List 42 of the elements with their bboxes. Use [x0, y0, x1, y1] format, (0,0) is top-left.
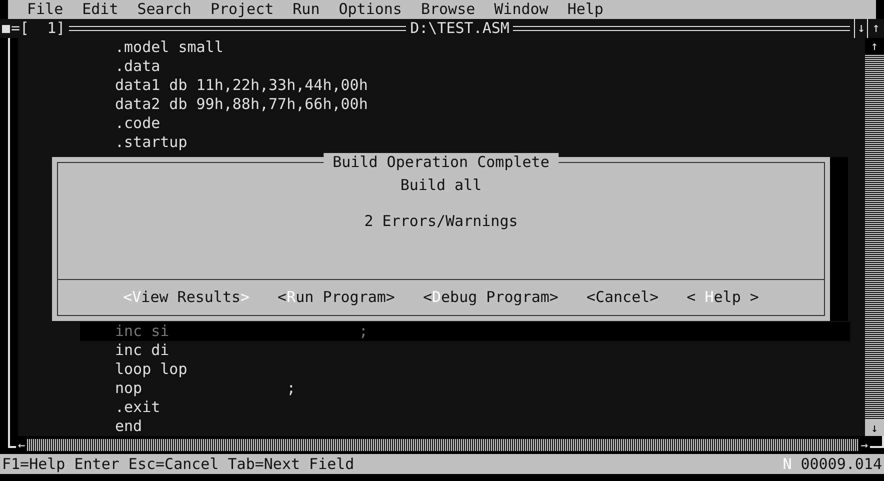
scroll-right-button[interactable]: →	[858, 436, 870, 454]
menu-item[interactable]: Window	[494, 0, 548, 19]
status-hint: F1=Help Enter Esc=Cancel Tab=Next Field	[2, 454, 354, 474]
menu-item[interactable]: Project	[210, 0, 274, 19]
dialog-button[interactable]: <Cancel>	[586, 288, 659, 307]
code-line: data1 db 11h,22h,33h,44h,00h	[115, 76, 368, 94]
menu-item[interactable]: Help	[567, 0, 604, 19]
window-number: =[ 1]	[11, 19, 66, 38]
close-box-icon[interactable]	[2, 24, 10, 32]
scroll-down-button[interactable]: ↓	[865, 420, 884, 436]
code-line: .startup	[115, 133, 188, 151]
dialog-button[interactable]: <Debug Program>	[422, 288, 558, 307]
dialog-button[interactable]: < Help >	[686, 288, 759, 307]
menu-item[interactable]: Edit	[82, 0, 118, 19]
maximize-button[interactable]: ↑	[868, 19, 884, 38]
dialog-message: Build all	[400, 176, 482, 195]
code-line: .code	[115, 114, 160, 132]
code-line: inc si ;	[115, 322, 368, 340]
scroll-left-button[interactable]: ←	[16, 436, 28, 454]
menu-item[interactable]: Run	[292, 0, 320, 19]
window-frame-corner	[870, 436, 884, 448]
code-line: data2 db 99h,88h,77h,66h,00h	[115, 95, 368, 113]
code-line: .exit	[115, 398, 160, 416]
dialog-message: 2 Errors/Warnings	[364, 212, 518, 231]
menu-item[interactable]: Search	[137, 0, 192, 19]
scroll-up-button[interactable]: ↑	[865, 38, 884, 54]
menu-item[interactable]: Browse	[420, 0, 476, 19]
horizontal-scrollbar[interactable]	[27, 439, 859, 451]
code-line: inc di	[115, 341, 170, 359]
status-mode: N	[782, 454, 792, 474]
cursor-position: 00009.014	[800, 454, 882, 474]
window-title: D:\TEST.ASM	[410, 19, 510, 38]
code-line: .model small	[115, 38, 224, 56]
code-line: loop lop	[115, 360, 188, 378]
code-line: end	[115, 417, 142, 435]
vertical-scrollbar[interactable]: ↑ ↓	[864, 38, 884, 436]
code-line: .data	[115, 57, 160, 75]
menu-item[interactable]: File	[27, 0, 64, 19]
menu-item[interactable]: Options	[338, 0, 402, 19]
code-line: nop ;	[115, 379, 296, 397]
dialog-button[interactable]: <View Results>	[123, 288, 250, 307]
dialog-title: Build Operation Complete	[324, 153, 558, 172]
